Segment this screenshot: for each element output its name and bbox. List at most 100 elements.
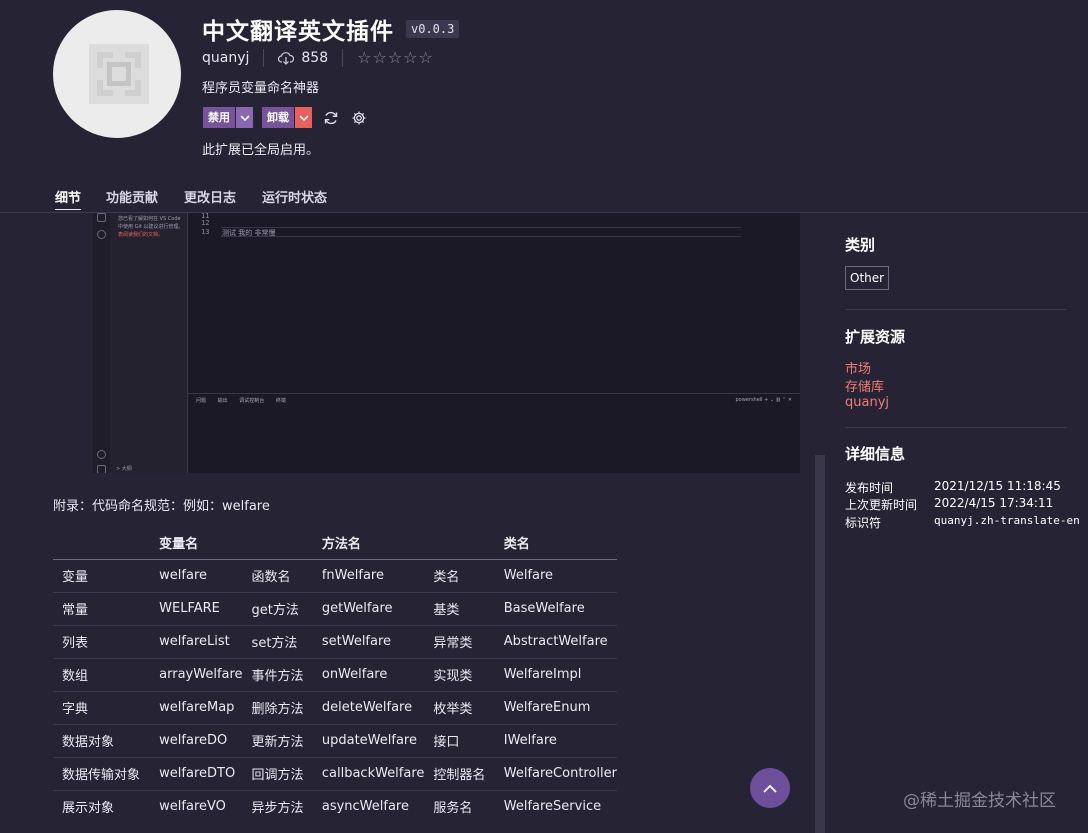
repository-link[interactable]: 存储库 — [845, 376, 884, 395]
table-cell: 数据传输对象 — [53, 757, 151, 791]
sync-button[interactable] — [322, 109, 340, 127]
preview-activity-bar — [93, 213, 110, 473]
table-cell: 异常类 — [424, 625, 495, 659]
table-header-cell: 类名 — [494, 526, 617, 560]
cloud-download-icon — [278, 51, 295, 65]
table-cell: welfareList — [150, 625, 243, 659]
download-count-value: 858 — [301, 49, 329, 66]
extension-title: 中文翻译英文插件 — [202, 19, 394, 45]
table-cell: welfareMap — [150, 691, 243, 725]
naming-convention-table: 变量名 方法名 类名 变量 welfare 函数名 fnWelfare 类名 W… — [53, 526, 617, 823]
info-value: 2022/4/15 17:34:11 — [934, 496, 1054, 510]
disable-button-label[interactable]: 禁用 — [203, 107, 235, 128]
table-cell: 数据对象 — [53, 724, 151, 758]
table-cell: 字典 — [53, 691, 151, 725]
table-cell: 函数名 — [242, 559, 313, 593]
sidebar-divider — [845, 427, 1067, 428]
preview-panel-tab: 问题 — [196, 398, 207, 404]
enabled-status: 此扩展已全局启用。 — [202, 143, 320, 158]
tab-contributions[interactable]: 功能贡献 — [106, 187, 158, 206]
table-row: 变量 welfare 函数名 fnWelfare 类名 Welfare — [53, 559, 617, 593]
category-heading: 类别 — [845, 236, 876, 254]
marketplace-link[interactable]: 市场 — [845, 358, 871, 377]
disable-button[interactable]: 禁用 — [203, 107, 253, 128]
preview-code-line: 测试 我的 非常慢 — [222, 229, 276, 237]
preview-panel-tab: 输出 — [217, 398, 228, 404]
info-key: 标识符 — [845, 516, 882, 530]
preview-line-number: 13 — [201, 228, 210, 236]
uninstall-button-label[interactable]: 卸载 — [262, 107, 294, 128]
gear-icon — [352, 111, 366, 124]
preview-panel-tabs: 问题 输出 调试控制台 终端 — [196, 397, 296, 404]
table-cell: 变量 — [53, 559, 151, 593]
rating-stars[interactable]: ☆☆☆☆☆ — [357, 48, 434, 67]
table-cell: WelfareService — [503, 799, 602, 815]
table-cell: 更新方法 — [242, 724, 313, 758]
download-count: 858 — [278, 50, 328, 66]
info-key: 上次更新时间 — [845, 498, 918, 512]
table-cell: 展示对象 — [62, 801, 115, 817]
table-cell: 列表 — [53, 625, 151, 659]
table-cell: 基类 — [424, 592, 495, 626]
readme-screenshot: 您已看了解如何在 VS Code 中使用 Git 以建议进行管理。表阅读我们的文… — [93, 213, 800, 473]
preview-note-plain: 您已看了解如何在 VS Code 中使用 Git 以建议进行管理。 — [118, 216, 184, 230]
table-cell: 回调方法 — [242, 757, 313, 791]
table-cell: AbstractWelfare — [494, 625, 617, 659]
table-cell: IWelfare — [494, 724, 617, 758]
table-cell: WelfareController — [494, 757, 617, 791]
table-header-cell — [424, 526, 495, 560]
table-cell: 控制器名 — [424, 757, 495, 791]
table-cell: setWelfare — [312, 625, 425, 659]
tab-changelog[interactable]: 更改日志 — [184, 187, 236, 206]
detail-tabs: 细节 功能贡献 更改日志 运行时状态 — [0, 178, 1088, 213]
settings-button[interactable] — [350, 109, 368, 127]
category-tag[interactable]: Other — [845, 266, 890, 290]
preview-sidebar-note: 您已看了解如何在 VS Code 中使用 Git 以建议进行管理。表阅读我们的文… — [118, 215, 184, 239]
preview-panel-tab: 终端 — [275, 398, 286, 404]
sidebar-divider — [845, 309, 1067, 310]
tab-details[interactable]: 细节 — [55, 187, 82, 210]
more-info-heading: 详细信息 — [845, 445, 906, 463]
table-cell: asyncWelfare — [321, 799, 409, 815]
resources-heading: 扩展资源 — [845, 328, 906, 346]
preview-outline-label: > 大纲 — [116, 466, 132, 472]
preview-current-line — [221, 227, 741, 237]
table-row: 展示对象 welfareVO 异步方法 asyncWelfare 服务名 Wel… — [53, 790, 617, 823]
table-cell: updateWelfare — [312, 724, 425, 758]
table-cell: WelfareImpl — [494, 658, 617, 692]
preview-settings-icon — [97, 465, 106, 473]
extension-header: 中文翻译英文插件 v0.0.3 quanyj 858 ☆☆☆☆☆ 程序员变量命名… — [0, 0, 1088, 178]
table-cell: 枚举类 — [424, 691, 495, 725]
preview-account-icon — [97, 450, 106, 459]
table-cell: deleteWelfare — [312, 691, 425, 725]
table-header-cell: 方法名 — [312, 526, 425, 560]
meta-divider — [342, 48, 344, 67]
publisher-link[interactable]: quanyj — [202, 50, 249, 66]
table-cell: fnWelfare — [312, 559, 425, 593]
extension-placeholder-icon — [89, 44, 149, 104]
table-cell: BaseWelfare — [494, 592, 617, 626]
table-cell: WelfareEnum — [494, 691, 617, 725]
preview-extension-icon — [97, 230, 106, 239]
content-scrollbar[interactable] — [815, 455, 825, 833]
preview-note-red: 表阅读我们的文档。 — [118, 232, 164, 238]
info-value: 2021/12/15 11:18:45 — [934, 479, 1061, 493]
table-cell: Welfare — [494, 559, 617, 593]
scroll-to-top-button[interactable] — [750, 768, 790, 808]
preview-sidebar: 您已看了解如何在 VS Code 中使用 Git 以建议进行管理。表阅读我们的文… — [110, 213, 188, 473]
table-cell: 异步方法 — [251, 801, 304, 817]
table-cell: callbackWelfare — [312, 757, 425, 791]
disable-dropdown-button[interactable] — [236, 107, 253, 128]
table-header-cell — [242, 526, 313, 560]
table-header-cell — [53, 526, 151, 560]
table-cell: 数组 — [53, 658, 151, 692]
publisher-resource-link[interactable]: quanyj — [845, 395, 889, 410]
uninstall-button[interactable]: 卸载 — [262, 107, 312, 128]
table-cell: welfareDTO — [150, 757, 243, 791]
tab-runtime-status[interactable]: 运行时状态 — [262, 187, 327, 206]
table-cell: arrayWelfare — [150, 658, 243, 692]
chevron-down-icon — [239, 114, 250, 121]
table-cell: welfareVO — [159, 799, 226, 815]
uninstall-dropdown-button[interactable] — [295, 107, 312, 128]
table-cell: get方法 — [242, 592, 313, 626]
